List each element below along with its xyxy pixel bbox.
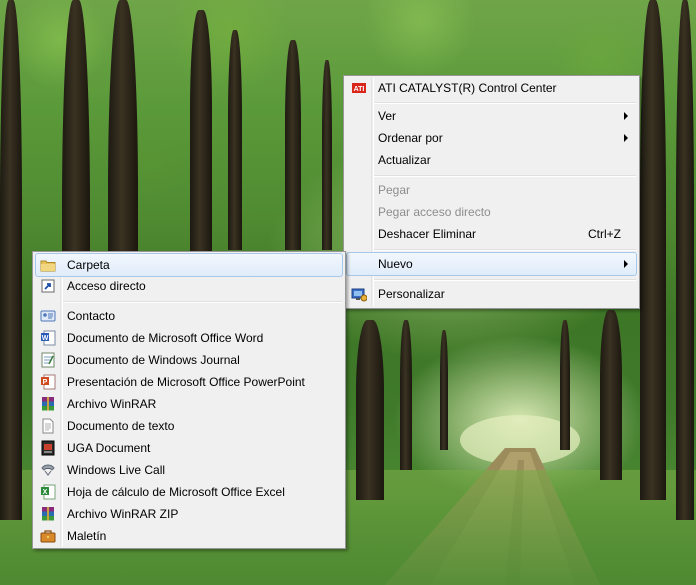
submenu-item-contacto[interactable]: Contacto bbox=[35, 305, 343, 327]
submenu-item-acceso-directo[interactable]: Acceso directo bbox=[35, 275, 343, 297]
menu-item-label: Nuevo bbox=[378, 257, 413, 271]
tree-trunk bbox=[560, 320, 570, 450]
winrar-icon bbox=[42, 397, 54, 411]
new-submenu: Carpeta Acceso directo Contacto W Docume… bbox=[32, 251, 346, 549]
journal-icon bbox=[41, 352, 55, 368]
tree-trunk bbox=[0, 0, 22, 520]
menu-item-label: Pegar bbox=[378, 183, 411, 197]
menu-separator bbox=[63, 301, 342, 303]
ati-icon: ATI bbox=[352, 83, 366, 93]
menu-item-label: Actualizar bbox=[378, 153, 431, 167]
menu-separator bbox=[374, 249, 636, 251]
menu-item-actualizar[interactable]: Actualizar bbox=[346, 149, 637, 171]
menu-item-label: Documento de texto bbox=[67, 419, 175, 433]
menu-item-pegar-acceso-directo[interactable]: Pegar acceso directo bbox=[346, 201, 637, 223]
tree-trunk bbox=[190, 10, 212, 260]
submenu-item-uga-document[interactable]: UGA Document bbox=[35, 437, 343, 459]
contact-icon bbox=[40, 310, 56, 322]
menu-item-label: Ordenar por bbox=[378, 131, 443, 145]
svg-text:ATI: ATI bbox=[354, 86, 365, 93]
svg-text:X: X bbox=[43, 489, 48, 496]
svg-text:P: P bbox=[43, 379, 48, 386]
menu-item-deshacer-eliminar[interactable]: Deshacer Eliminar Ctrl+Z bbox=[346, 223, 637, 245]
menu-item-ver[interactable]: Ver bbox=[346, 105, 637, 127]
excel-icon: X bbox=[41, 484, 56, 500]
tree-trunk bbox=[285, 40, 301, 250]
tree-trunk bbox=[228, 30, 242, 250]
submenu-item-powerpoint[interactable]: P Presentación de Microsoft Office Power… bbox=[35, 371, 343, 393]
uga-document-icon bbox=[41, 440, 55, 456]
shortcut-icon bbox=[41, 279, 55, 293]
submenu-item-journal[interactable]: Documento de Windows Journal bbox=[35, 349, 343, 371]
personalize-icon bbox=[351, 288, 367, 302]
menu-item-shortcut: Ctrl+Z bbox=[588, 227, 621, 241]
menu-separator bbox=[374, 102, 636, 104]
tree-trunk bbox=[676, 0, 694, 520]
menu-item-label: Deshacer Eliminar bbox=[378, 227, 477, 241]
menu-item-label: ATI CATALYST(R) Control Center bbox=[378, 81, 557, 95]
menu-item-label: Hoja de cálculo de Microsoft Office Exce… bbox=[67, 485, 285, 499]
menu-item-ati-catalyst[interactable]: ATI ATI CATALYST(R) Control Center bbox=[346, 77, 637, 99]
submenu-item-excel[interactable]: X Hoja de cálculo de Microsoft Office Ex… bbox=[35, 481, 343, 503]
menu-item-label: Documento de Windows Journal bbox=[67, 353, 240, 367]
submenu-arrow-icon bbox=[624, 134, 628, 142]
submenu-item-windows-live-call[interactable]: Windows Live Call bbox=[35, 459, 343, 481]
submenu-item-word[interactable]: W Documento de Microsoft Office Word bbox=[35, 327, 343, 349]
submenu-item-winrar[interactable]: Archivo WinRAR bbox=[35, 393, 343, 415]
menu-item-label: Maletín bbox=[67, 529, 107, 543]
phone-call-icon bbox=[41, 464, 55, 476]
tree-trunk bbox=[440, 330, 448, 450]
submenu-item-maletin[interactable]: Maletín bbox=[35, 525, 343, 547]
menu-item-label: Contacto bbox=[67, 309, 116, 323]
menu-item-label: Windows Live Call bbox=[67, 463, 166, 477]
menu-item-label: Ver bbox=[378, 109, 397, 123]
folder-icon bbox=[40, 260, 56, 272]
tree-trunk bbox=[356, 320, 384, 500]
word-document-icon: W bbox=[41, 330, 56, 346]
powerpoint-icon: P bbox=[41, 374, 56, 390]
menu-item-label: Presentación de Microsoft Office PowerPo… bbox=[67, 375, 305, 389]
submenu-arrow-icon bbox=[624, 260, 628, 268]
svg-text:W: W bbox=[42, 335, 49, 342]
submenu-arrow-icon bbox=[624, 112, 628, 120]
menu-item-label: UGA Document bbox=[67, 441, 151, 455]
tree-trunk bbox=[640, 0, 666, 500]
menu-item-label: Pegar acceso directo bbox=[378, 205, 491, 219]
menu-item-label: Archivo WinRAR bbox=[67, 397, 157, 411]
menu-item-personalizar[interactable]: Personalizar bbox=[346, 283, 637, 305]
menu-item-label: Carpeta bbox=[67, 258, 110, 272]
submenu-item-carpeta[interactable]: Carpeta bbox=[35, 253, 343, 277]
text-document-icon bbox=[42, 418, 54, 434]
menu-item-pegar[interactable]: Pegar bbox=[346, 179, 637, 201]
menu-item-label: Personalizar bbox=[378, 287, 445, 301]
menu-separator bbox=[374, 279, 636, 281]
tree-trunk bbox=[322, 60, 332, 250]
menu-separator bbox=[374, 175, 636, 177]
submenu-item-winrar-zip[interactable]: Archivo WinRAR ZIP bbox=[35, 503, 343, 525]
menu-item-label: Documento de Microsoft Office Word bbox=[67, 331, 264, 345]
menu-item-label: Archivo WinRAR ZIP bbox=[67, 507, 179, 521]
briefcase-icon bbox=[40, 530, 56, 543]
tree-trunk bbox=[600, 310, 622, 480]
winrar-zip-icon bbox=[42, 507, 54, 521]
submenu-item-documento-texto[interactable]: Documento de texto bbox=[35, 415, 343, 437]
menu-item-label: Acceso directo bbox=[67, 279, 146, 293]
tree-trunk bbox=[400, 320, 412, 470]
menu-item-ordenar-por[interactable]: Ordenar por bbox=[346, 127, 637, 149]
menu-item-nuevo[interactable]: Nuevo bbox=[346, 252, 637, 276]
desktop-context-menu: ATI ATI CATALYST(R) Control Center Ver O… bbox=[343, 75, 640, 309]
